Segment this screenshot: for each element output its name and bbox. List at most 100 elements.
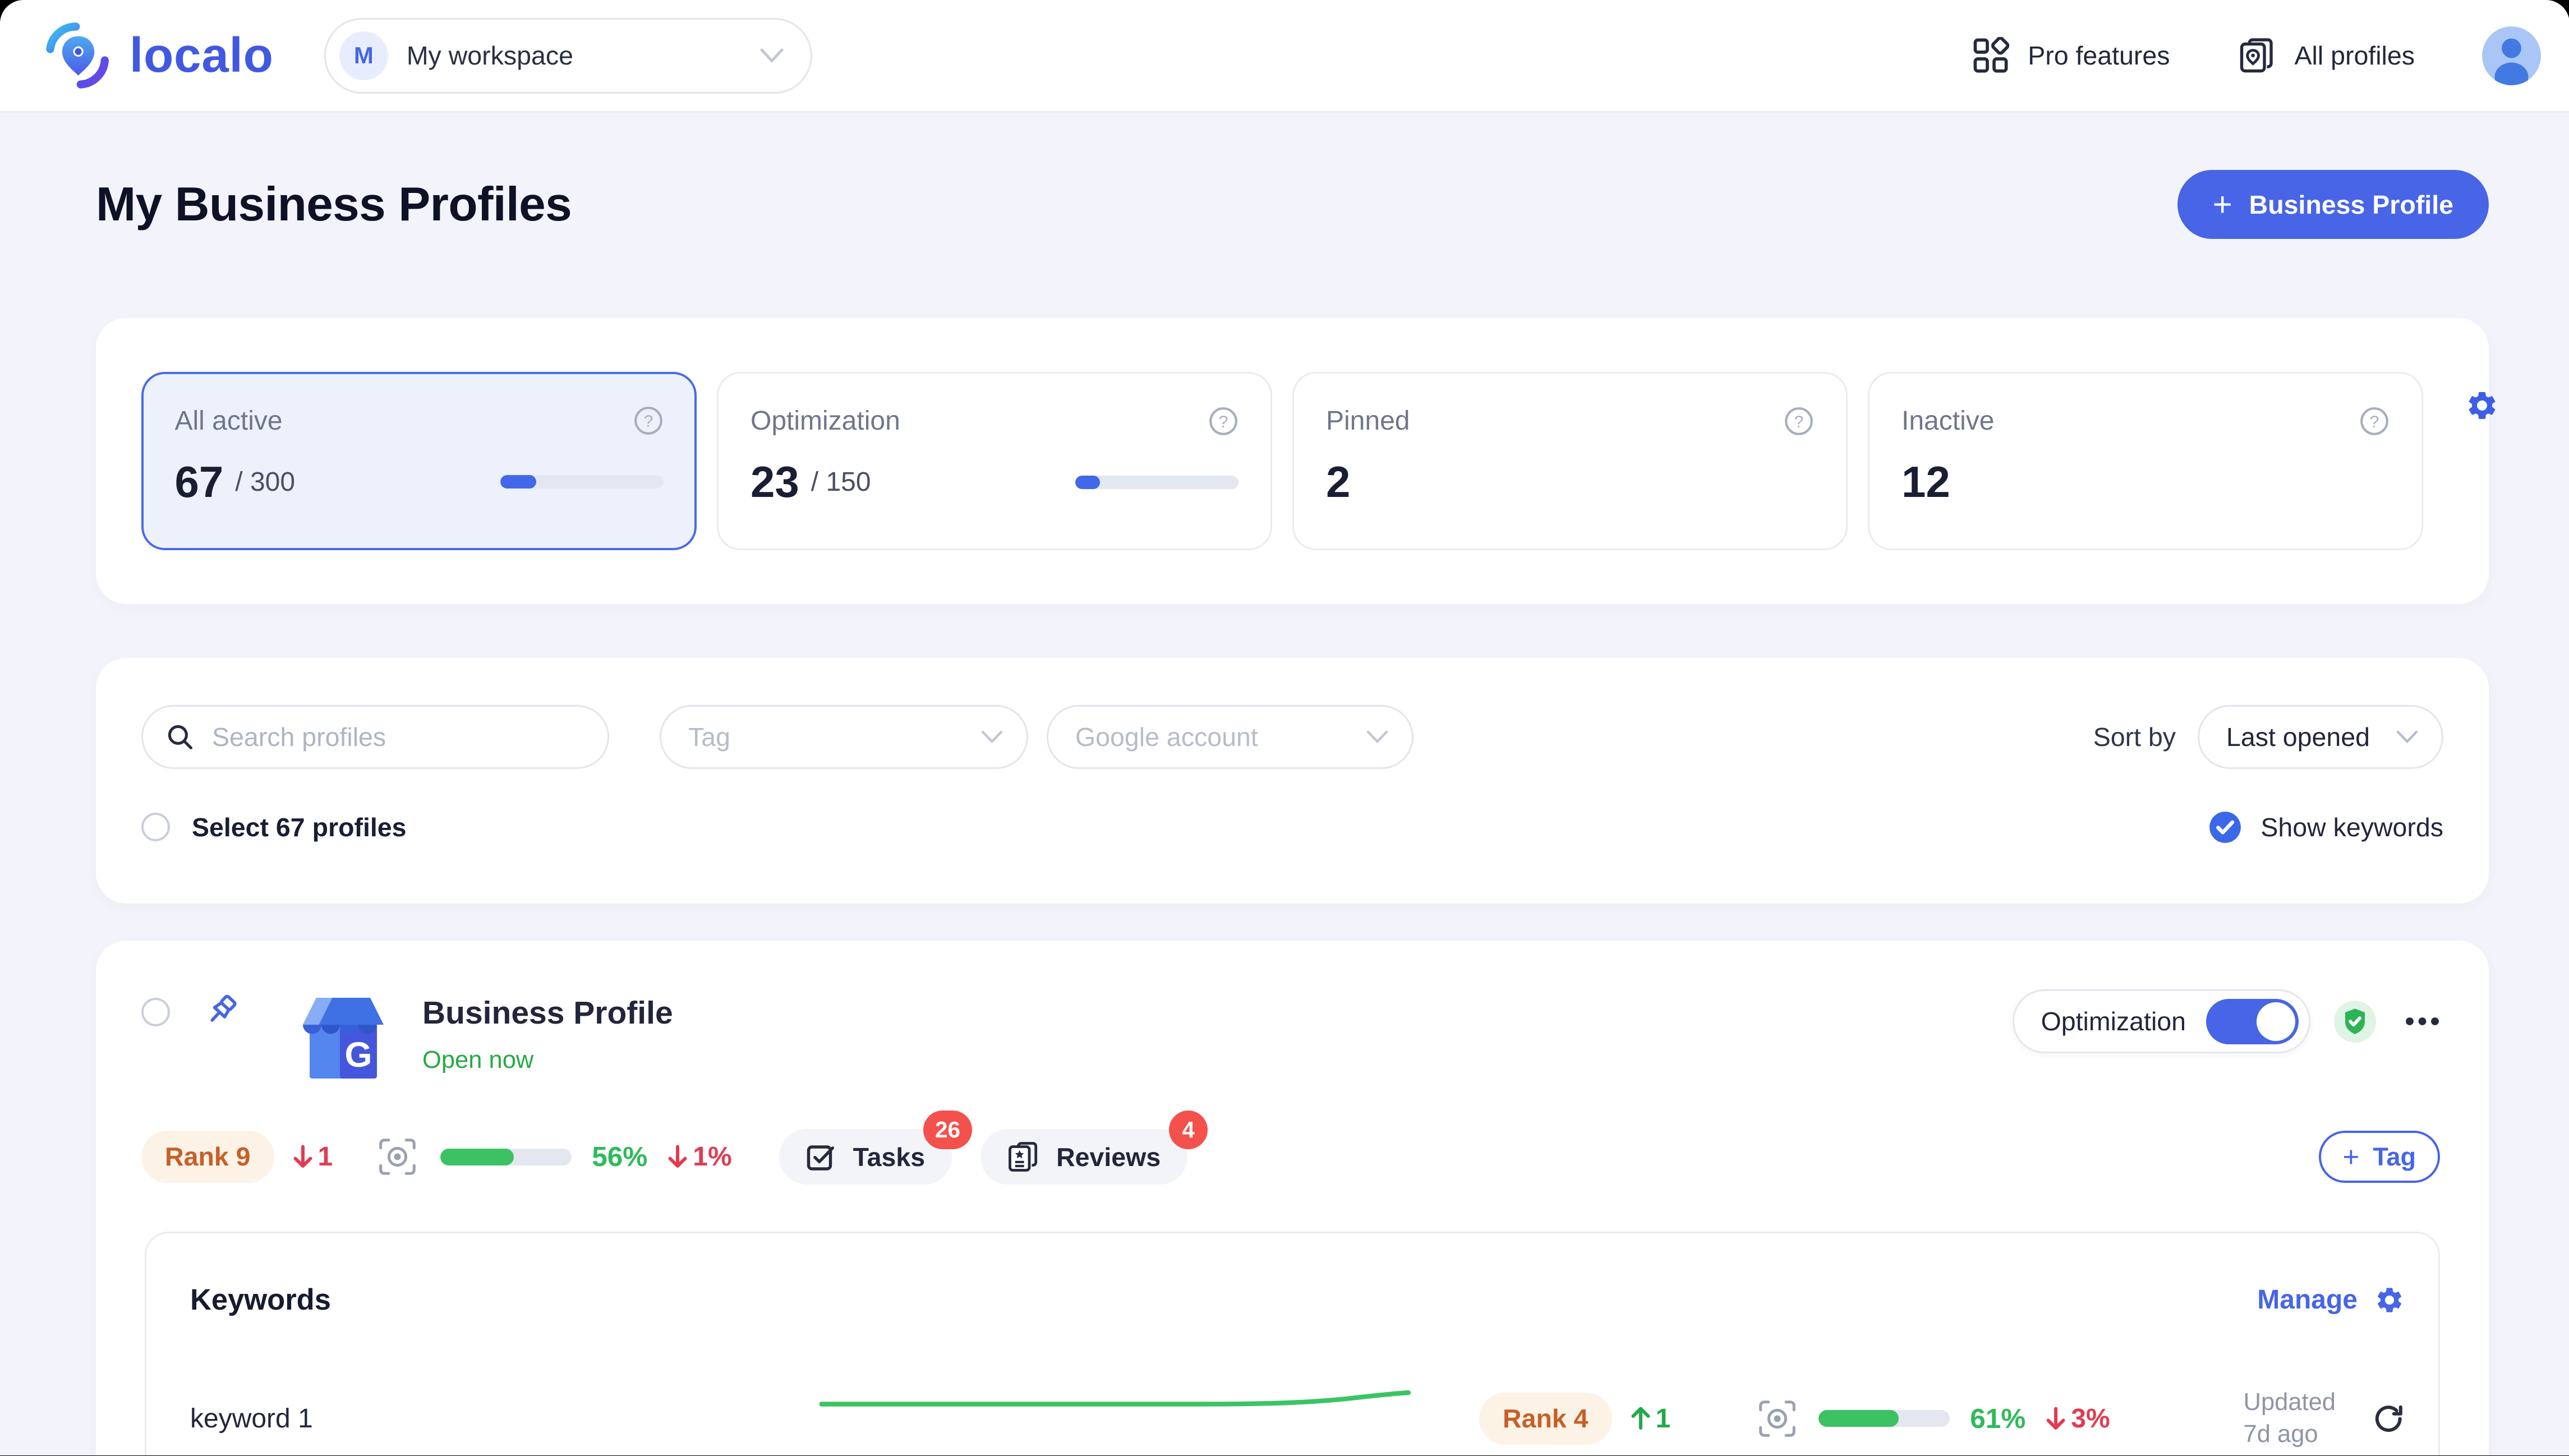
reviews-icon (1007, 1141, 1039, 1173)
stat-value: 67 (175, 457, 224, 508)
updated-timestamp: Updated 7d ago (2244, 1386, 2336, 1450)
stats-panel: All active ? 67 / 300 Optimization (96, 318, 2489, 604)
refresh-icon[interactable] (2373, 1403, 2405, 1435)
workspace-selector[interactable]: M My workspace (324, 18, 812, 94)
more-menu-button[interactable] (2405, 1016, 2440, 1026)
tasks-count-badge: 26 (923, 1111, 972, 1149)
stat-total: / 300 (235, 467, 295, 497)
plus-icon: + (2343, 1142, 2360, 1171)
stat-progress-bar (1075, 476, 1239, 489)
chevron-down-icon (2396, 730, 2418, 744)
visibility-icon (378, 1137, 417, 1176)
business-profile-card: G Business Profile Open now Optimization (96, 941, 2489, 1455)
google-account-placeholder: Google account (1075, 722, 1258, 752)
rank-trend-sparkline (819, 1388, 1412, 1408)
user-avatar[interactable] (2482, 26, 2541, 85)
sort-group: Sort by Last opened (2093, 705, 2443, 769)
stat-card-pinned[interactable]: Pinned ? 2 (1292, 372, 1848, 550)
nav-pro-features[interactable]: Pro features (1972, 37, 2170, 74)
sort-value: Last opened (2226, 722, 2370, 752)
plus-icon: + (2213, 188, 2232, 222)
manage-keywords-link[interactable]: Manage (2257, 1284, 2405, 1315)
optimization-label: Optimization (2041, 1006, 2186, 1036)
pin-icon[interactable] (202, 991, 241, 1030)
stat-card-optimization[interactable]: Optimization ? 23 / 150 (717, 372, 1272, 550)
keyword-percent: 61% (1970, 1403, 2025, 1435)
profile-checkbox[interactable] (141, 998, 170, 1026)
keywords-title: Keywords (190, 1283, 331, 1317)
all-profiles-icon (2237, 36, 2276, 75)
help-icon[interactable]: ? (633, 406, 664, 436)
keyword-change-down: 3% (2046, 1403, 2110, 1434)
profile-name[interactable]: Business Profile (422, 994, 673, 1031)
stat-label: Inactive (1902, 406, 1994, 436)
visibility-change-down: 1% (667, 1141, 731, 1172)
page-title: My Business Profiles (96, 177, 572, 232)
keywords-panel: Keywords Manage keyword 1 Rank 4 (145, 1232, 2440, 1455)
brand-logo[interactable]: localo (44, 20, 274, 91)
stat-card-inactive[interactable]: Inactive ? 12 (1868, 372, 2423, 550)
stat-value: 23 (751, 457, 799, 508)
topbar: localo M My workspace Pro features (0, 0, 2569, 113)
svg-text:?: ? (1794, 412, 1804, 431)
search-profiles-input[interactable] (141, 705, 609, 769)
chevron-down-icon (981, 730, 1003, 744)
rank-badge: Rank 9 (141, 1131, 274, 1183)
gear-icon (2374, 1285, 2405, 1315)
keyword-progress-bar (1818, 1410, 1950, 1427)
toggle-switch[interactable] (2206, 999, 2299, 1044)
arrow-up-icon (1631, 1406, 1651, 1431)
stat-label: Optimization (751, 406, 900, 436)
stats-settings-icon[interactable] (2465, 389, 2499, 422)
nav-all-profiles[interactable]: All profiles (2237, 36, 2415, 75)
page-header: My Business Profiles + Business Profile (96, 170, 2489, 239)
topnav: Pro features All profiles (1972, 26, 2541, 85)
reviews-label: Reviews (1056, 1142, 1161, 1172)
toggle-knob (2257, 1002, 2295, 1041)
rank-badge: Rank 4 (1479, 1393, 1612, 1445)
show-keywords-toggle[interactable]: Show keywords (2208, 810, 2443, 844)
stat-progress-bar (500, 475, 664, 489)
stat-card-all-active[interactable]: All active ? 67 / 300 (141, 372, 697, 550)
optimization-toggle[interactable]: Optimization (2013, 989, 2310, 1053)
sort-by-label: Sort by (2093, 722, 2176, 752)
manage-label: Manage (2257, 1284, 2358, 1315)
search-input[interactable] (209, 720, 584, 754)
search-icon (167, 724, 194, 750)
rank-change-down: 1 (293, 1141, 333, 1172)
tasks-icon (806, 1142, 836, 1172)
app-window: localo M My workspace Pro features (0, 0, 2569, 1455)
tag-filter-select[interactable]: Tag (660, 705, 1028, 769)
arrow-down-icon (2046, 1406, 2066, 1431)
pro-features-icon (1972, 37, 2009, 74)
add-business-profile-button[interactable]: + Business Profile (2177, 170, 2489, 239)
add-tag-button[interactable]: + Tag (2319, 1131, 2440, 1183)
svg-text:?: ? (2370, 412, 2379, 431)
stat-value: 2 (1326, 457, 1350, 508)
google-account-select[interactable]: Google account (1047, 705, 1414, 769)
help-icon[interactable]: ? (1208, 406, 1239, 436)
arrow-down-icon (293, 1144, 313, 1169)
select-all-checkbox[interactable] (141, 813, 170, 841)
svg-text:?: ? (643, 412, 653, 431)
arrow-down-icon (667, 1144, 688, 1169)
add-tag-label: Tag (2373, 1142, 2416, 1172)
keyword-name: keyword 1 (190, 1403, 819, 1434)
user-avatar-icon (2482, 26, 2541, 85)
nav-pro-features-label: Pro features (2028, 40, 2170, 71)
nav-all-profiles-label: All profiles (2295, 40, 2415, 71)
reviews-count-badge: 4 (1169, 1111, 1208, 1149)
keyword-row[interactable]: keyword 1 Rank 4 1 (190, 1378, 2405, 1455)
ellipsis-icon (2405, 1016, 2440, 1026)
localo-logo-icon (44, 20, 114, 91)
stat-total: / 150 (811, 467, 871, 497)
help-icon[interactable]: ? (2359, 406, 2390, 436)
sort-select[interactable]: Last opened (2198, 705, 2443, 769)
tasks-button[interactable]: Tasks 26 (779, 1129, 952, 1185)
help-icon[interactable]: ? (1784, 406, 1814, 436)
chevron-down-icon (1366, 730, 1388, 744)
check-circle-icon (2208, 810, 2242, 844)
tasks-label: Tasks (853, 1142, 925, 1172)
select-row: Select 67 profiles Show keywords (141, 811, 2443, 843)
reviews-button[interactable]: Reviews 4 (980, 1129, 1187, 1185)
